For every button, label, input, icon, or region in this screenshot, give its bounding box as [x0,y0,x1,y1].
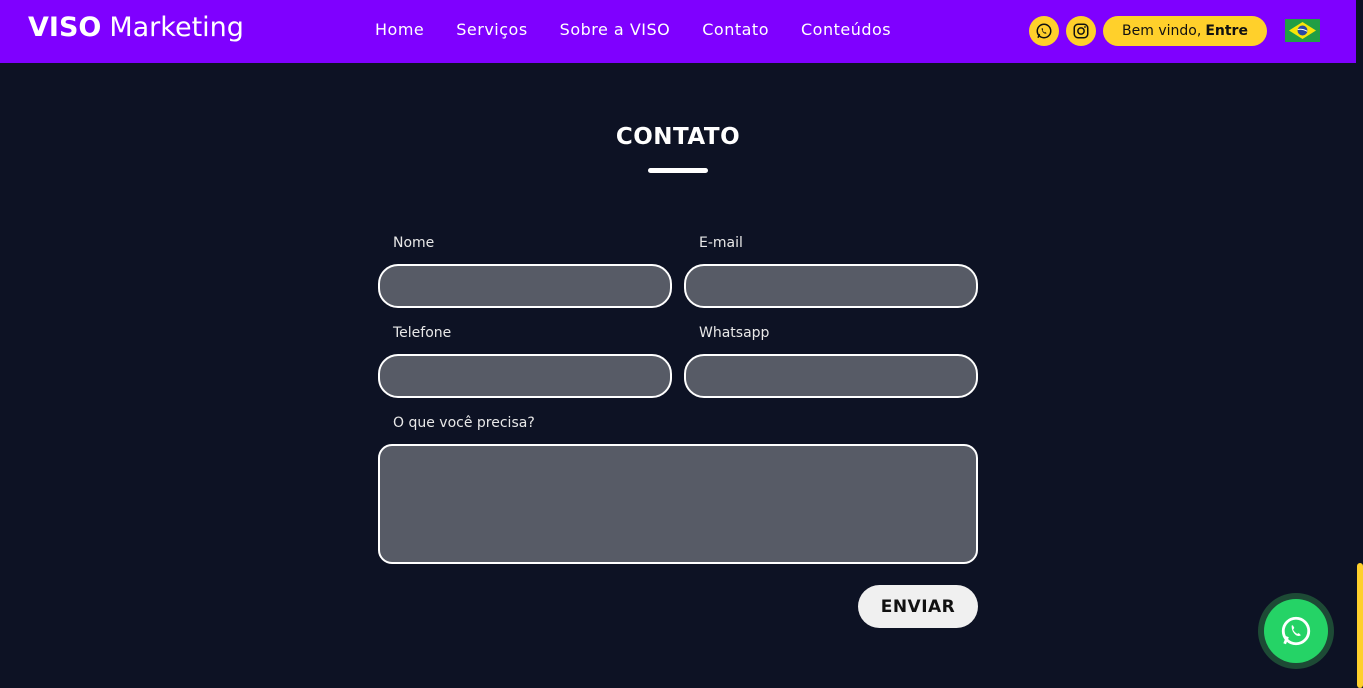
email-input[interactable] [684,264,978,308]
telefone-label: Telefone [393,325,452,341]
email-label: E-mail [699,235,743,251]
nav-conteudos[interactable]: Conteúdos [801,20,891,39]
top-navbar: VISO Marketing Home Serviços Sobre a VISO… [0,0,1356,63]
site-logo[interactable]: VISO Marketing [28,12,244,43]
nav-servicos[interactable]: Serviços [456,20,527,39]
whatsapp-icon [1281,616,1311,646]
login-action-text: Entre [1205,23,1248,39]
nav-sobre[interactable]: Sobre a VISO [560,20,671,39]
brazil-flag-icon[interactable] [1285,19,1320,42]
title-underline [648,168,708,173]
nome-label: Nome [393,235,435,251]
telefone-input[interactable] [378,354,672,398]
nome-input[interactable] [378,264,672,308]
login-button[interactable]: Bem vindo, Entre [1103,16,1267,46]
whatsapp-input[interactable] [684,354,978,398]
logo-light-text: Marketing [109,12,244,43]
whatsapp-label: Whatsapp [699,325,770,341]
main-nav: Home Serviços Sobre a VISO Contato Conte… [375,20,923,39]
nav-contato[interactable]: Contato [702,20,769,39]
login-prefix-text: Bem vindo, [1122,23,1202,39]
whatsapp-float-button[interactable] [1258,593,1334,669]
mensagem-label: O que você precisa? [393,415,535,431]
submit-button[interactable]: ENVIAR [858,585,978,628]
scrollbar-thumb[interactable] [1357,563,1363,688]
whatsapp-float-inner [1264,599,1328,663]
nav-home[interactable]: Home [375,20,424,39]
instagram-icon[interactable] [1066,16,1096,46]
mensagem-textarea[interactable] [378,444,978,564]
logo-bold-text: VISO [28,12,102,43]
page-title: CONTATO [615,124,741,150]
whatsapp-icon[interactable] [1029,16,1059,46]
